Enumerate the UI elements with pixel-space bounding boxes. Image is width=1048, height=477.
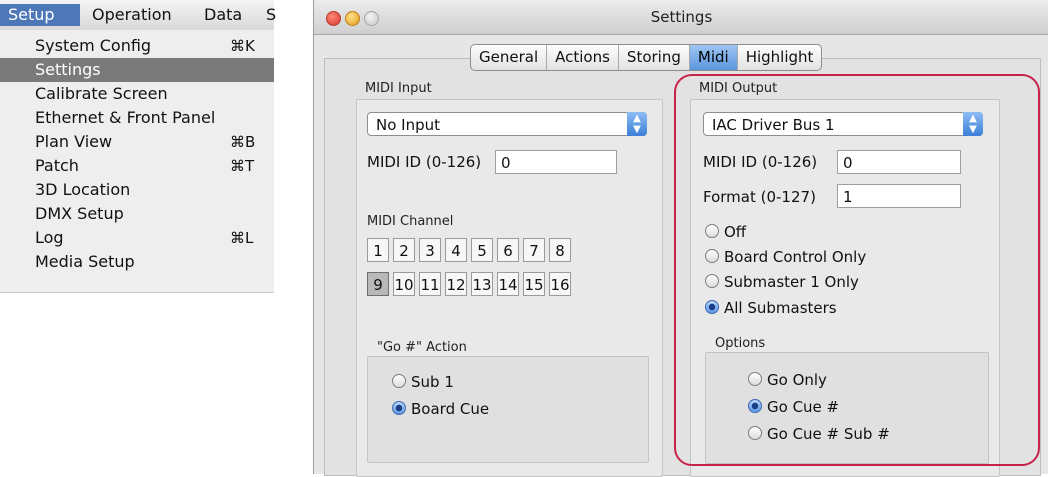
midi-channel-button[interactable]: 13 (471, 272, 493, 296)
menu-item-dmx-setup[interactable]: DMX Setup (0, 202, 274, 226)
tab-storing[interactable]: Storing (619, 45, 690, 70)
radio-icon (392, 374, 406, 388)
midi-channel-button[interactable]: 14 (497, 272, 519, 296)
midi-channel-label: MIDI Channel (367, 214, 454, 229)
updown-arrows-icon: ▲ ▼ (627, 112, 647, 136)
menu-item-system-config[interactable]: System Config ⌘K (0, 34, 274, 58)
midi-channel-button[interactable]: 8 (549, 238, 571, 262)
midi-channel-button[interactable]: 15 (523, 272, 545, 296)
tab-actions[interactable]: Actions (547, 45, 619, 70)
go-action-label: "Go #" Action (377, 340, 467, 355)
midi-input-select-value: No Input (376, 116, 441, 134)
title-bar: Settings (314, 0, 1048, 35)
midi-channel-button[interactable]: 6 (497, 238, 519, 262)
menu-setup[interactable]: Setup (0, 4, 80, 26)
midi-input-id-field[interactable]: 0 (495, 150, 617, 174)
midi-channel-button-selected[interactable]: 9 (367, 272, 389, 296)
menu-item-media-setup[interactable]: Media Setup (0, 250, 274, 274)
menu-item-patch[interactable]: Patch ⌘T (0, 154, 274, 178)
midi-input-id-label: MIDI ID (0-126) (367, 153, 482, 171)
menu-bar: Setup Operation Data S (0, 0, 276, 31)
midi-channel-button[interactable]: 11 (419, 272, 441, 296)
menu-item-plan-view[interactable]: Plan View ⌘B (0, 130, 274, 154)
midi-channel-button[interactable]: 4 (445, 238, 467, 262)
tab-highlight[interactable]: Highlight (738, 45, 822, 70)
midi-input-group: No Input ▲ ▼ MIDI ID (0-126) 0 MIDI Chann… (356, 99, 663, 477)
midi-channel-button[interactable]: 12 (445, 272, 467, 296)
midi-input-label: MIDI Input (365, 81, 432, 96)
menu-next[interactable]: S (266, 4, 276, 26)
menu-item-settings[interactable]: Settings (0, 58, 274, 82)
midi-channel-button[interactable]: 5 (471, 238, 493, 262)
midi-channel-button[interactable]: 3 (419, 238, 441, 262)
menu-item-log[interactable]: Log ⌘L (0, 226, 274, 250)
callout-highlight (674, 74, 1040, 466)
midi-channel-button[interactable]: 16 (549, 272, 571, 296)
menu-item-3d-location[interactable]: 3D Location (0, 178, 274, 202)
tab-general[interactable]: General (471, 45, 548, 70)
menu-item-calibrate-screen[interactable]: Calibrate Screen (0, 82, 274, 106)
menu-item-ethernet-front-panel[interactable]: Ethernet & Front Panel (0, 106, 274, 130)
radio-selected-icon (392, 401, 406, 415)
menu-operation[interactable]: Operation (92, 4, 172, 26)
menu-data[interactable]: Data (204, 4, 242, 26)
tab-midi[interactable]: Midi (689, 45, 738, 70)
go-action-group: Sub 1 Board Cue (367, 356, 649, 463)
midi-channel-button[interactable]: 1 (367, 238, 389, 262)
midi-channel-button[interactable]: 2 (393, 238, 415, 262)
setup-menu: Setup Operation Data S System Config ⌘K … (0, 0, 276, 296)
setup-dropdown: System Config ⌘K Settings Calibrate Scre… (0, 30, 274, 293)
tab-bar: General Actions Storing Midi Highlight (470, 44, 823, 71)
midi-input-select[interactable]: No Input ▲ ▼ (367, 112, 647, 136)
midi-channel-button[interactable]: 10 (393, 272, 415, 296)
midi-channel-button[interactable]: 7 (523, 238, 545, 262)
window-title: Settings (650, 8, 713, 26)
